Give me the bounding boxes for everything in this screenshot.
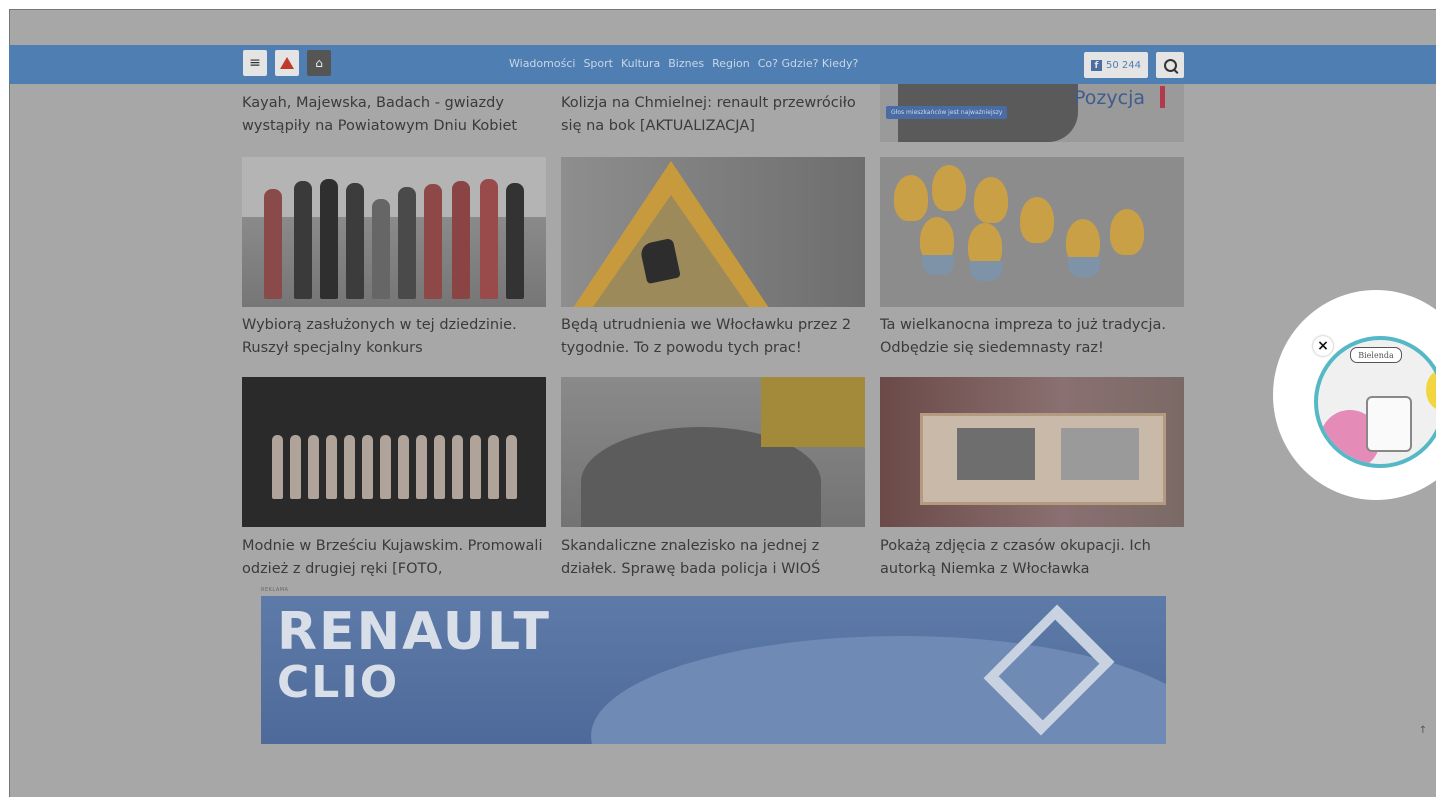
home-icon: ⌂ — [315, 56, 323, 70]
facebook-button[interactable]: f 50 244 — [1084, 52, 1148, 78]
ad-label: REKLAMA — [261, 587, 289, 593]
nav-links: Wiadomości Sport Kultura Biznes Region C… — [509, 57, 858, 70]
scroll-top-button[interactable]: ↑ — [1412, 716, 1434, 744]
brand-logo: Bielenda — [1350, 347, 1402, 363]
photo-figure — [452, 181, 470, 299]
egg-cup — [1068, 257, 1100, 277]
warning-icon — [280, 57, 294, 69]
hamburger-icon: ≡ — [249, 55, 261, 71]
ad-banner-renault[interactable]: RENAULT CLIO — [261, 596, 1166, 744]
article-image-group-photo[interactable] — [242, 157, 546, 307]
article-image-easter-chicks[interactable] — [880, 157, 1184, 307]
chick-figure — [932, 165, 966, 211]
search-button[interactable] — [1156, 52, 1184, 78]
model-figure — [488, 435, 499, 499]
article-title[interactable]: Ta wielkanocna impreza to już tradycja. … — [880, 314, 1198, 360]
article-title[interactable]: Pokażą zdjęcia z czasów okupacji. Ich au… — [880, 535, 1198, 581]
model-figure — [380, 435, 391, 499]
photo-figure — [320, 179, 338, 299]
photo-album — [920, 413, 1166, 505]
nav-link-wiadomosci[interactable]: Wiadomości — [509, 57, 575, 70]
article-image-excavation[interactable] — [561, 377, 865, 527]
facebook-icon: f — [1091, 59, 1102, 71]
egg-cup — [922, 255, 954, 275]
promo-accent — [1160, 86, 1165, 108]
old-photo — [1061, 428, 1139, 480]
model-figure — [452, 435, 463, 499]
photo-figure — [398, 187, 416, 299]
chick-figure — [1020, 197, 1054, 243]
close-button[interactable]: × — [1313, 336, 1333, 356]
article-title[interactable]: Skandaliczne znalezisko na jednej z dzia… — [561, 535, 879, 581]
photo-figure — [480, 179, 498, 299]
promo-word: Pozycja — [1074, 87, 1145, 109]
menu-button[interactable]: ≡ — [243, 50, 267, 76]
model-figure — [272, 435, 283, 499]
model-figure — [470, 435, 481, 499]
photo-figure — [424, 184, 442, 299]
model-figure — [506, 435, 517, 499]
ad-title-line2: CLIO — [277, 657, 400, 708]
ad-title-line1: RENAULT — [277, 602, 551, 662]
article-title[interactable]: Będą utrudnienia we Włocławku przez 2 ty… — [561, 314, 879, 360]
nav-link-kultura[interactable]: Kultura — [621, 57, 660, 70]
old-photo — [957, 428, 1035, 480]
nav-link-sport[interactable]: Sport — [583, 57, 613, 70]
product-bottle — [1366, 396, 1412, 452]
article-title[interactable]: Wybiorą zasłużonych w tej dziedzinie. Ru… — [242, 314, 560, 360]
chick-figure — [974, 177, 1008, 223]
article-title[interactable]: Kayah, Majewska, Badach - gwiazdy wystąp… — [242, 92, 560, 138]
photo-figure — [294, 181, 312, 299]
ad-shape — [1426, 370, 1436, 410]
chick-figure — [894, 175, 928, 221]
promo-banner[interactable]: Głos mieszkańców jest najważniejszy Pozy… — [880, 84, 1184, 142]
model-figure — [326, 435, 337, 499]
alert-button[interactable] — [275, 50, 299, 76]
article-image-old-photos[interactable] — [880, 377, 1184, 527]
model-figure — [398, 435, 409, 499]
nav-link-region[interactable]: Region — [712, 57, 750, 70]
article-title[interactable]: Modnie w Brześciu Kujawskim. Promowali o… — [242, 535, 560, 581]
photo-figure — [372, 199, 390, 299]
model-figure — [434, 435, 445, 499]
model-figure — [308, 435, 319, 499]
article-title[interactable]: Kolizja na Chmielnej: renault przewrócił… — [561, 92, 879, 138]
nav-link-events[interactable]: Co? Gdzie? Kiedy? — [758, 57, 859, 70]
facebook-count: 50 244 — [1106, 59, 1141, 71]
excavator — [761, 377, 865, 447]
search-icon — [1163, 58, 1177, 72]
photo-figure — [264, 189, 282, 299]
egg-cup — [970, 261, 1002, 281]
model-figure — [290, 435, 301, 499]
model-figure — [344, 435, 355, 499]
photo-figure — [346, 183, 364, 299]
promo-badge: Głos mieszkańców jest najważniejszy — [886, 106, 1008, 119]
model-figure — [362, 435, 373, 499]
article-image-roadworks[interactable] — [561, 157, 865, 307]
model-figure — [416, 435, 427, 499]
photo-figure — [506, 183, 524, 299]
chick-figure — [1110, 209, 1144, 255]
home-button[interactable]: ⌂ — [307, 50, 331, 76]
nav-link-biznes[interactable]: Biznes — [668, 57, 704, 70]
article-image-fashion-show[interactable] — [242, 377, 546, 527]
